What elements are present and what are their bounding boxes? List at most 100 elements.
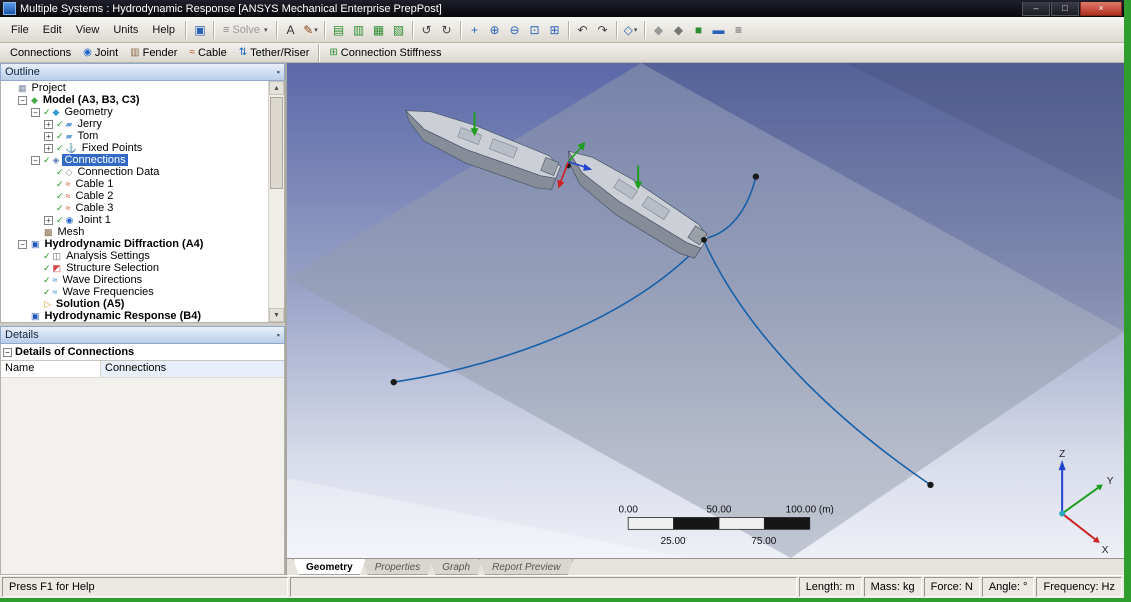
tree-item-cable-1[interactable]: ✓ ≈ Cable 1 (1, 178, 284, 190)
next-view-icon[interactable]: ↷ (594, 21, 612, 39)
chart-icon[interactable]: ▥ (350, 21, 368, 39)
tree-item-connection-data[interactable]: ✓ ◇ Connection Data (1, 166, 284, 178)
pin-icon[interactable]: ▪ (277, 67, 280, 77)
wave-frequencies-icon: ≈ (52, 287, 58, 297)
solve-button[interactable]: ≡ Solve ▾ (219, 21, 271, 39)
tree-label: Model (A3, B3, C3) (42, 94, 140, 106)
tether-riser-button[interactable]: ⇅ Tether/Riser (233, 44, 316, 62)
tab-report-preview[interactable]: Report Preview (479, 559, 573, 575)
toolbar-separator (213, 20, 216, 39)
tree-item-cable-2[interactable]: ✓ ≈ Cable 2 (1, 190, 284, 202)
tab-graph[interactable]: Graph (429, 559, 483, 575)
zoom-fit-icon[interactable]: ⊞ (546, 21, 564, 39)
details-pane-header: Details ▪ (0, 326, 285, 344)
scroll-down-icon[interactable]: ▼ (269, 308, 284, 322)
tree-item-project[interactable]: ▦ Project (1, 82, 284, 94)
menu-file[interactable]: File (4, 21, 36, 39)
tree-item-cable-3[interactable]: ✓ ≈ Cable 3 (1, 202, 284, 214)
joint-button-label: Joint (94, 46, 119, 59)
tab-geometry[interactable]: Geometry (293, 559, 366, 575)
analysis-system-icon: ▣ (31, 310, 40, 321)
viewports-icon[interactable]: ▬ (710, 21, 728, 39)
tree-item-hydrodynamic-diffraction-a4[interactable]: − ▣ Hydrodynamic Diffraction (A4) (1, 238, 284, 250)
tree-item-structure-selection[interactable]: ✓ ◩ Structure Selection (1, 262, 284, 274)
undo-view-icon[interactable]: ↺ (418, 21, 436, 39)
cable-button[interactable]: ≈ Cable (183, 44, 232, 62)
legend-icon[interactable]: ≡ (730, 21, 748, 39)
image-icon[interactable]: ▦ (370, 21, 388, 39)
report-icon[interactable]: ▧ (390, 21, 408, 39)
expand-toggle[interactable]: + (44, 131, 53, 141)
tree-item-geometry[interactable]: − ✓ ◆ Geometry (1, 106, 284, 118)
redo-view-icon[interactable]: ↻ (438, 21, 456, 39)
collapse-toggle[interactable]: − (18, 239, 27, 249)
tree-item-solution-a5[interactable]: ▷ Solution (A5) (1, 298, 284, 310)
viewport-canvas[interactable]: 0.00 50.00 100.00 (m) 25.00 75.00 Z Y X (287, 63, 1124, 558)
maximize-button[interactable]: □ (1051, 1, 1079, 16)
details-group-row[interactable]: − Details of Connections (1, 344, 284, 361)
tab-properties[interactable]: Properties (362, 559, 434, 575)
pan-icon[interactable]: + (466, 21, 484, 39)
pin-icon[interactable]: ▪ (277, 330, 280, 340)
tree-item-connections[interactable]: − ✓ ◈ Connections (1, 154, 284, 166)
viewport[interactable]: 0.00 50.00 100.00 (m) 25.00 75.00 Z Y X (287, 63, 1124, 558)
show-mesh-icon[interactable]: ■ (690, 21, 708, 39)
tree-label: Connection Data (77, 166, 160, 178)
tree-item-analysis-settings[interactable]: ✓ ◫ Analysis Settings (1, 250, 284, 262)
collapse-toggle[interactable]: − (18, 95, 27, 105)
wireframe-mode-icon[interactable]: ◆ (650, 21, 668, 39)
tree-item-jerry[interactable]: + ✓ ▰ Jerry (1, 118, 284, 130)
fender-button[interactable]: ▥ Fender (124, 44, 183, 62)
tree-label: Wave Frequencies (62, 286, 154, 298)
solve-button-label: Solve (232, 23, 260, 36)
annotation-pen-icon[interactable]: ✎ ▾ (302, 21, 320, 39)
tree-label: Geometry (64, 106, 113, 118)
tree-item-model-a3-b3-c3[interactable]: − ◆ Model (A3, B3, C3) (1, 94, 284, 106)
tree-item-hydrodynamic-response-b4[interactable]: ▣ Hydrodynamic Response (B4) (1, 310, 284, 322)
outline-scrollbar[interactable]: ▲ ▼ (268, 81, 284, 322)
menu-help[interactable]: Help (145, 21, 182, 39)
shaded-mode-icon[interactable]: ◆ (670, 21, 688, 39)
scroll-up-icon[interactable]: ▲ (269, 81, 284, 95)
save-icon[interactable]: ▣ (191, 21, 209, 39)
connection-data-icon: ◇ (65, 166, 73, 177)
close-button[interactable]: × (1080, 1, 1122, 16)
tree-label: Connections (62, 154, 128, 166)
box-zoom-icon[interactable]: ⊡ (526, 21, 544, 39)
connections-button-label: Connections (10, 46, 72, 59)
expand-toggle[interactable]: + (44, 119, 53, 129)
main-toolbar: ▣ ≡ Solve ▾ A ✎ ▾ ▤ ▥ ▦ ▧ ↺ ↻ + ⊕ ⊖ ⊡ ⊞ ↶ ↷ ◇ ▾ ◆ ◆ ■ ▬ ≡ (190, 20, 748, 39)
tree-item-mesh[interactable]: ▩ Mesh (1, 226, 284, 238)
zoom-in-icon[interactable]: ⊕ (486, 21, 504, 39)
prev-view-icon[interactable]: ↶ (574, 21, 592, 39)
expand-toggle[interactable]: + (44, 215, 53, 225)
joint-button[interactable]: ◉ Joint (77, 44, 124, 62)
tree-item-wave-frequencies[interactable]: ✓ ≈ Wave Frequencies (1, 286, 284, 298)
collapse-toggle[interactable]: − (31, 107, 40, 117)
collapse-toggle[interactable]: − (3, 347, 12, 357)
tree-item-joint-1[interactable]: + ✓ ◉ Joint 1 (1, 214, 284, 226)
minimize-button[interactable]: – (1022, 1, 1050, 16)
tree-item-wave-directions[interactable]: ✓ ≈ Wave Directions (1, 274, 284, 286)
copy-icon[interactable]: ▤ (330, 21, 348, 39)
menu-edit[interactable]: Edit (36, 21, 69, 39)
tree-item-tom[interactable]: + ✓ ▰ Tom (1, 130, 284, 142)
worksheet-icon[interactable]: A (282, 21, 300, 39)
outline-pane: Outline ▪ ▲ ▼ ▦ Project − ◆ Model (A3, B3, C… (0, 63, 285, 326)
details-value-cell[interactable]: Connections (101, 361, 284, 377)
connection-stiffness-button[interactable]: ⊞ Connection Stiffness (323, 44, 447, 62)
zoom-out-icon[interactable]: ⊖ (506, 21, 524, 39)
scrollbar-thumb[interactable] (270, 97, 283, 189)
check-icon: ✓ (43, 154, 51, 165)
orientation-triad[interactable]: Z Y X (1058, 449, 1114, 556)
connections-button[interactable]: Connections (4, 44, 77, 62)
expand-toggle[interactable]: + (44, 143, 53, 153)
left-panel: Outline ▪ ▲ ▼ ▦ Project − ◆ Model (A3, B3, C… (0, 63, 287, 575)
menu-view[interactable]: View (69, 21, 107, 39)
toolbar-separator (615, 20, 618, 39)
collapse-toggle[interactable]: − (31, 155, 40, 165)
menu-units[interactable]: Units (106, 21, 145, 39)
tree-item-fixed-points[interactable]: + ✓ ⚓ Fixed Points (1, 142, 284, 154)
tree-label: Mesh (57, 226, 85, 238)
iso-view-icon[interactable]: ◇ ▾ (622, 21, 640, 39)
